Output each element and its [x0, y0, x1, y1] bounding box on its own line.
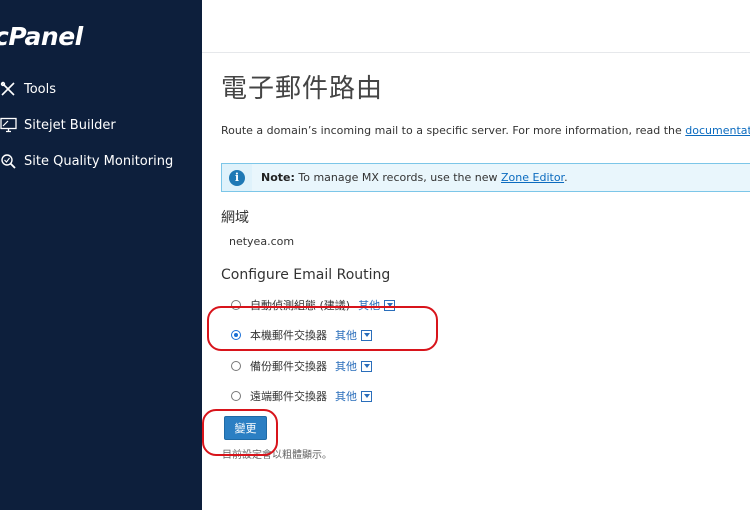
- annotation-highlight-local-option: [207, 306, 438, 351]
- page-title: 電子郵件路由: [221, 74, 384, 104]
- routing-option-remote[interactable]: 遠端郵件交換器 其他: [231, 388, 372, 404]
- monitor-icon: [0, 116, 22, 134]
- sidebar-item-site-quality-monitoring[interactable]: Site Quality Monitoring: [0, 150, 173, 172]
- radio-label[interactable]: 遠端郵件交換器: [250, 388, 327, 404]
- top-bar: [202, 0, 750, 53]
- info-icon: i: [229, 169, 245, 186]
- chevron-down-icon[interactable]: [361, 360, 372, 372]
- sidebar-item-label: Sitejet Builder: [24, 117, 116, 133]
- note-text: Note: To manage MX records, use the new …: [261, 171, 568, 184]
- note-suffix: .: [564, 171, 568, 184]
- chevron-down-icon[interactable]: [361, 390, 372, 402]
- radio-label[interactable]: 備份郵件交換器: [250, 358, 327, 374]
- note-bold-label: Note:: [261, 171, 295, 184]
- page-description: Route a domain’s incoming mail to a spec…: [221, 124, 750, 137]
- info-icon-box: i: [222, 164, 252, 191]
- cpanel-logo[interactable]: cPanel: [0, 22, 83, 51]
- other-link[interactable]: 其他: [335, 358, 357, 374]
- tools-icon: [0, 80, 22, 98]
- note-body: To manage MX records, use the new: [294, 171, 502, 184]
- sidebar-item-tools[interactable]: Tools: [0, 78, 56, 100]
- documentation-link[interactable]: documentation: [685, 124, 750, 137]
- domain-value: netyea.com: [229, 235, 295, 248]
- routing-option-backup[interactable]: 備份郵件交換器 其他: [231, 358, 372, 374]
- zone-editor-link[interactable]: Zone Editor: [501, 171, 564, 184]
- description-text: Route a domain’s incoming mail to a spec…: [221, 124, 686, 137]
- magnifier-icon: [0, 152, 22, 170]
- radio-backup[interactable]: [231, 361, 241, 371]
- domain-label: 網域: [221, 210, 249, 226]
- routing-section-title: Configure Email Routing: [221, 267, 391, 283]
- sidebar-item-label: Tools: [24, 81, 57, 97]
- annotation-highlight-change-button: [202, 409, 278, 456]
- other-link[interactable]: 其他: [335, 388, 357, 404]
- note-alert: i Note: To manage MX records, use the ne…: [221, 163, 750, 192]
- radio-remote[interactable]: [231, 391, 241, 401]
- sidebar-item-label: Site Quality Monitoring: [24, 153, 174, 169]
- sidebar: cPanel Tools Sitejet Builder Site Qualit…: [0, 0, 202, 510]
- sidebar-item-sitejet-builder[interactable]: Sitejet Builder: [0, 114, 116, 136]
